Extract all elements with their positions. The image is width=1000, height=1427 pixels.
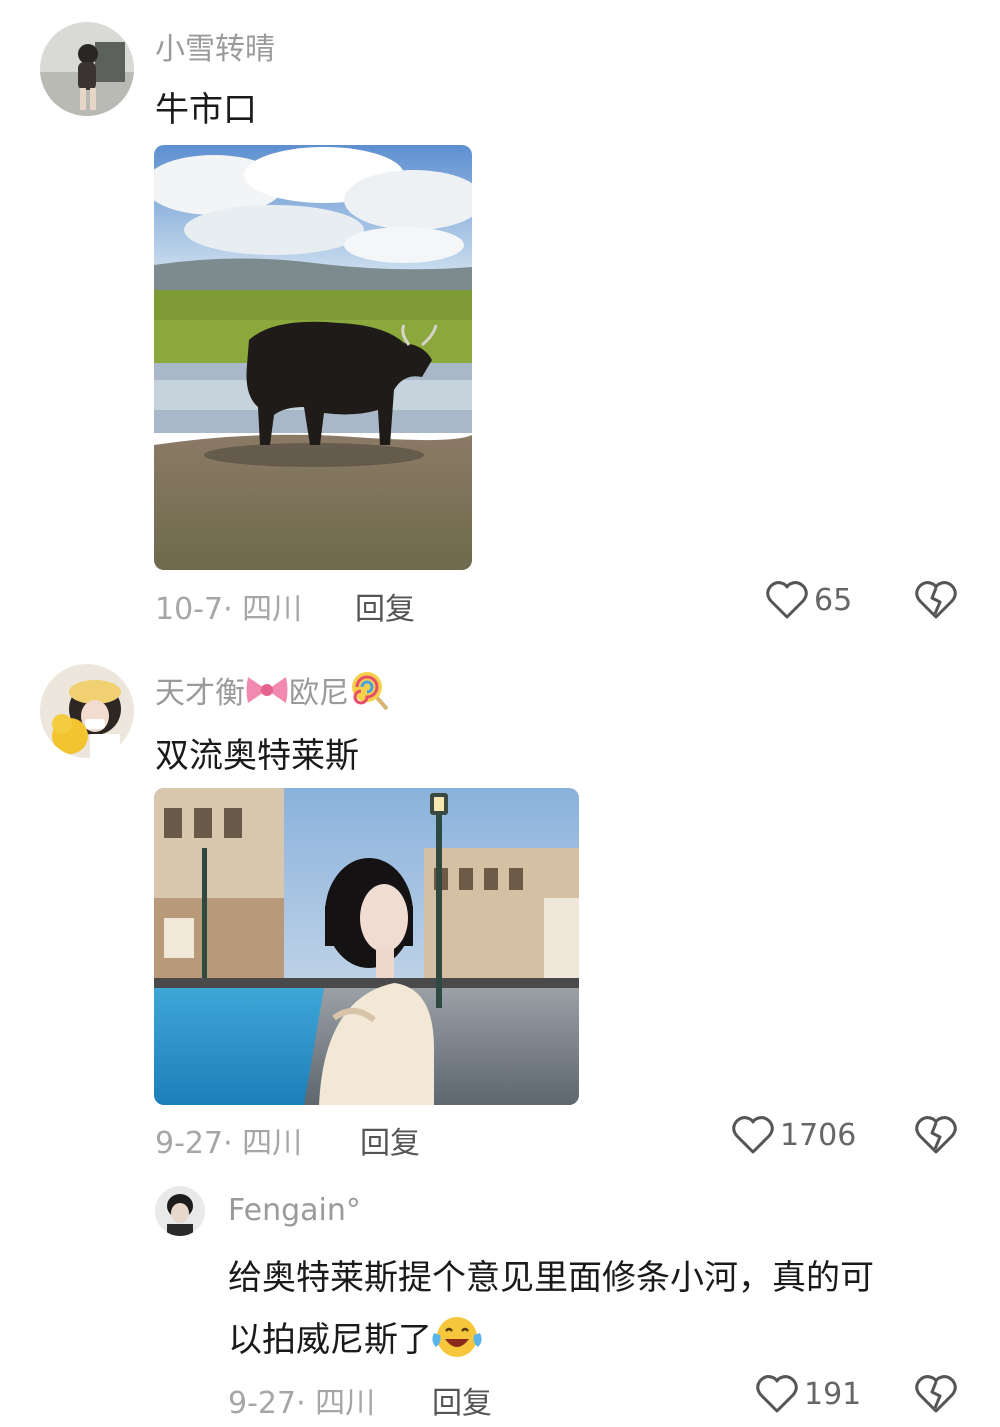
laughing-crying-emoji [432, 1316, 482, 1357]
reply-text: 给奥特莱斯提个意见里面修条小河，真的可 [228, 1258, 874, 1298]
heart-icon [732, 1116, 774, 1154]
reply-button[interactable]: 回复 [432, 1378, 492, 1422]
broken-heart-icon[interactable] [915, 1374, 957, 1418]
like-count: 191 [804, 1376, 862, 1412]
like-button[interactable]: 191 [756, 1374, 861, 1414]
broken-heart-icon[interactable] [915, 580, 957, 624]
lollipop-emoji [352, 672, 389, 711]
yak-on-grassland-photo[interactable] [154, 145, 472, 570]
username[interactable]: Fengain° [228, 1193, 361, 1228]
reply-button[interactable]: 回复 [360, 1118, 420, 1162]
heart-icon [756, 1375, 798, 1413]
comment-text: 双流奥特莱斯 [155, 736, 359, 776]
reply-text-line: 以拍威尼斯了 [228, 1320, 432, 1360]
comment-date-location: 10-7· 四川 [155, 592, 303, 627]
avatar[interactable] [155, 1186, 205, 1236]
comment-date-location: 9-27· 四川 [155, 1126, 303, 1161]
venetian-street-portrait-photo[interactable] [154, 788, 579, 1105]
username-part: 天才衡 [155, 676, 245, 711]
like-button[interactable]: 65 [766, 580, 852, 620]
username[interactable]: 天才衡 欧尼 [155, 668, 391, 712]
ribbon-bow-emoji [246, 677, 288, 703]
reply-text: 以拍威尼斯了 [228, 1312, 482, 1361]
avatar[interactable] [40, 664, 134, 758]
like-count: 1706 [780, 1117, 857, 1153]
avatar[interactable] [40, 22, 134, 116]
reply-button[interactable]: 回复 [355, 584, 415, 628]
reply-date-location: 9-27· 四川 [228, 1386, 376, 1421]
heart-icon [766, 581, 808, 619]
username[interactable]: 小雪转晴 [155, 24, 275, 68]
like-count: 65 [814, 582, 853, 618]
like-button[interactable]: 1706 [732, 1115, 856, 1155]
comment-text: 牛市口 [155, 90, 257, 130]
broken-heart-icon[interactable] [915, 1115, 957, 1159]
username-part: 欧尼 [289, 676, 349, 711]
